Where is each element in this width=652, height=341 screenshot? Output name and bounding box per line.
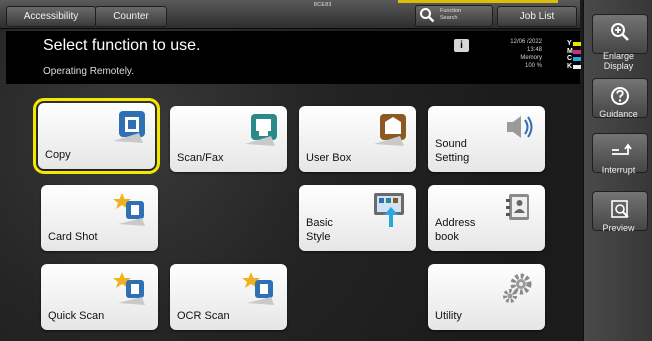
interrupt-icon xyxy=(612,143,632,155)
device-serial: 8CE83 xyxy=(314,2,332,8)
date: 12/06 /2022 xyxy=(510,39,542,45)
copy-icon xyxy=(113,111,145,143)
basic-style-tile[interactable]: Basic Style xyxy=(299,185,416,251)
sound-setting-label: Sound Setting xyxy=(435,137,469,165)
accessibility-button[interactable]: Accessibility xyxy=(6,6,96,27)
toner-bar-m xyxy=(573,49,581,54)
page-title: Select function to use. xyxy=(43,37,201,54)
quick-scan-label: Quick Scan xyxy=(48,310,105,322)
function-search-label-1: Function xyxy=(440,8,462,14)
enlarge-display-line-1: Enlarge xyxy=(602,51,635,61)
card-shot-icon xyxy=(113,193,145,226)
copy-tile[interactable]: Copy xyxy=(33,98,160,174)
toner-bar-y xyxy=(573,42,581,46)
scan-fax-label: Scan/Fax xyxy=(177,152,224,164)
right-side-panel: Enlarge Display Guidance Interrupt Previ… xyxy=(583,0,652,341)
enlarge-display-button[interactable] xyxy=(592,14,648,54)
utility-label: Utility xyxy=(435,310,462,322)
counter-button[interactable]: Counter xyxy=(95,6,167,27)
address-book-label: Address book xyxy=(435,216,475,244)
gear-icon xyxy=(503,273,532,303)
basic-style-line-2: Style xyxy=(306,231,331,243)
card-shot-label: Card Shot xyxy=(48,231,98,243)
preview-icon xyxy=(611,200,629,218)
job-list-button[interactable]: Job List xyxy=(497,6,577,27)
sound-setting-tile[interactable]: Sound Setting xyxy=(428,106,545,172)
function-search-button[interactable]: Function Search xyxy=(415,5,493,27)
help-icon xyxy=(611,87,629,105)
enlarge-display-label: Enlarge Display xyxy=(584,51,652,71)
user-box-label: User Box xyxy=(306,152,352,164)
panel-screen: Accessibility Counter 8CE83 Function Sea… xyxy=(0,0,652,341)
copy-label: Copy xyxy=(45,149,71,161)
info-icon[interactable]: i xyxy=(454,39,469,52)
preview-label: Preview xyxy=(602,223,635,233)
function-search-label-2: Search xyxy=(440,15,458,21)
address-book-tile[interactable]: Address book xyxy=(428,185,545,251)
address-book-icon xyxy=(506,194,529,220)
time: 13:48 xyxy=(526,47,542,53)
toner-bar-k xyxy=(573,64,581,69)
ocr-scan-tile[interactable]: OCR Scan xyxy=(170,264,287,330)
sound-setting-line-2: Setting xyxy=(435,152,470,164)
scan-fax-tile[interactable]: Scan/Fax xyxy=(170,106,287,172)
card-shot-tile[interactable]: Card Shot xyxy=(41,185,158,251)
date-time-memory: 12/06 /2022 13:48 Memory 100 % xyxy=(496,38,542,70)
user-box-tile[interactable]: User Box xyxy=(299,106,416,172)
address-book-line-2: book xyxy=(435,231,459,243)
top-bar: Accessibility Counter 8CE83 Function Sea… xyxy=(0,0,580,29)
operating-status: Operating Remotely. xyxy=(43,66,134,77)
guidance-label: Guidance xyxy=(599,109,638,119)
status-indicator-strip xyxy=(398,0,558,3)
enlarge-display-line-2: Display xyxy=(603,61,634,71)
toner-bar-c xyxy=(573,57,581,61)
sound-setting-line-1: Sound xyxy=(435,138,467,150)
ocr-scan-label: OCR Scan xyxy=(177,310,230,322)
speaker-icon xyxy=(507,116,533,138)
user-box-icon xyxy=(374,114,406,146)
basic-style-line-1: Basic xyxy=(306,217,333,229)
quick-scan-tile[interactable]: Quick Scan xyxy=(41,264,158,330)
scan-fax-icon xyxy=(245,114,277,146)
zoom-in-icon xyxy=(611,23,629,41)
memory-label: Memory xyxy=(520,55,542,61)
search-icon xyxy=(420,8,435,23)
ocr-scan-icon xyxy=(242,272,274,305)
basic-style-icon xyxy=(374,193,404,227)
interrupt-label: Interrupt xyxy=(601,165,636,175)
quick-scan-icon xyxy=(113,272,145,305)
basic-style-label: Basic Style xyxy=(306,216,333,244)
message-area: Select function to use. Operating Remote… xyxy=(6,31,581,84)
utility-tile[interactable]: Utility xyxy=(428,264,545,330)
memory-value: 100 % xyxy=(524,63,542,69)
address-book-line-1: Address xyxy=(435,217,476,229)
